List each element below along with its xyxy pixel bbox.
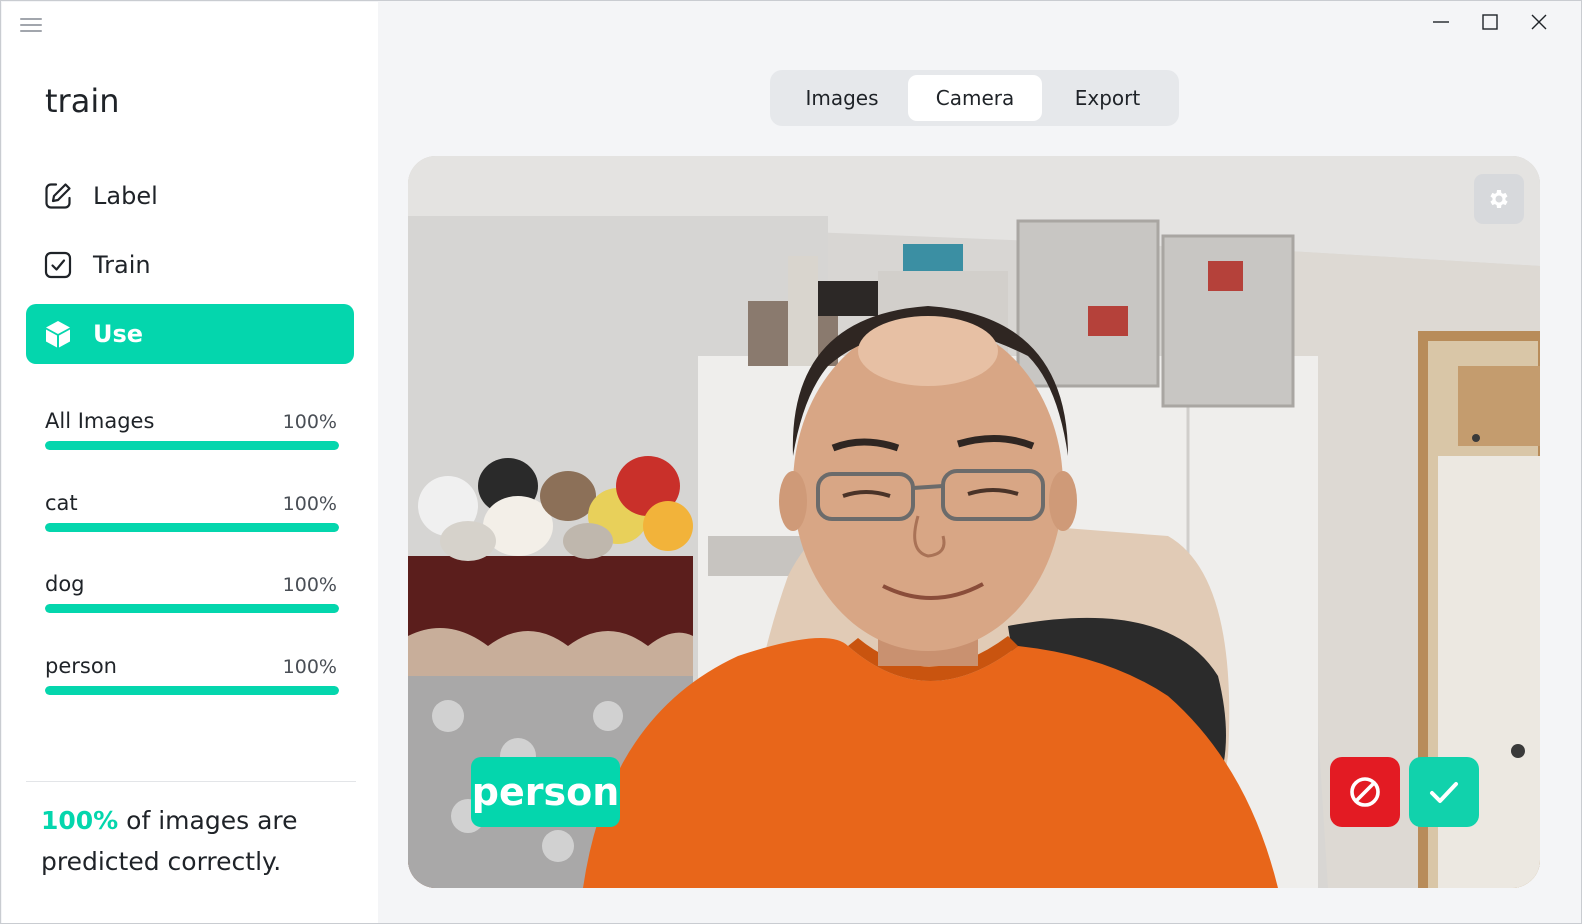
camera-settings-button[interactable] [1474,174,1524,224]
accuracy-bar-fill [45,441,339,450]
accuracy-bar-fill [45,523,339,532]
accuracy-bar [45,441,339,450]
nav-item-train[interactable]: Train [26,235,354,295]
tab-images[interactable]: Images [776,75,908,121]
summary-accent: 100% [41,806,119,835]
stat-name: cat [45,491,78,515]
checkbox-icon [43,250,73,280]
maximize-icon [1482,14,1498,30]
stat-cat: cat 100% [45,491,339,532]
stat-name: dog [45,572,85,596]
tab-bar: Images Camera Export [770,70,1179,126]
stat-person: person 100% [45,654,339,695]
nav-label: Label [93,182,158,210]
stat-dog: dog 100% [45,572,339,613]
tab-export[interactable]: Export [1042,75,1173,121]
nav-item-label[interactable]: Label [26,166,354,226]
project-title: train [45,82,120,120]
close-icon [1531,14,1547,30]
stat-percent: 100% [282,493,337,515]
sidebar: train Label Train Use All Images 100% ca… [2,2,378,923]
nav-item-use[interactable]: Use [26,304,354,364]
gear-icon [1490,190,1508,208]
minimize-button[interactable] [1417,1,1465,43]
minimize-icon [1433,21,1449,23]
nav-label: Train [93,251,151,279]
stat-name: person [45,654,117,678]
accuracy-bar-fill [45,686,339,695]
mark-wrong-button[interactable] [1330,757,1400,827]
nav-label: Use [93,320,144,348]
app-window: train Label Train Use All Images 100% ca… [0,0,1582,924]
accuracy-summary: 100% of images are predicted correctly. [41,800,341,882]
maximize-button[interactable] [1466,1,1514,43]
accuracy-bar [45,523,339,532]
menu-icon[interactable] [20,16,42,34]
divider [26,781,356,782]
stat-percent: 100% [282,411,337,433]
close-button[interactable] [1515,1,1563,43]
accuracy-bar [45,686,339,695]
ban-icon [1350,777,1380,807]
mark-correct-button[interactable] [1409,757,1479,827]
camera-view: person [408,156,1540,888]
cube-icon [43,319,73,349]
stat-percent: 100% [282,656,337,678]
stat-name: All Images [45,409,155,433]
stat-percent: 100% [282,574,337,596]
accuracy-bar-fill [45,604,339,613]
edit-icon [43,181,73,211]
check-icon [1430,782,1458,803]
stat-all-images: All Images 100% [45,409,339,450]
prediction-label: person [471,757,620,827]
accuracy-bar [45,604,339,613]
tab-camera[interactable]: Camera [908,75,1042,121]
